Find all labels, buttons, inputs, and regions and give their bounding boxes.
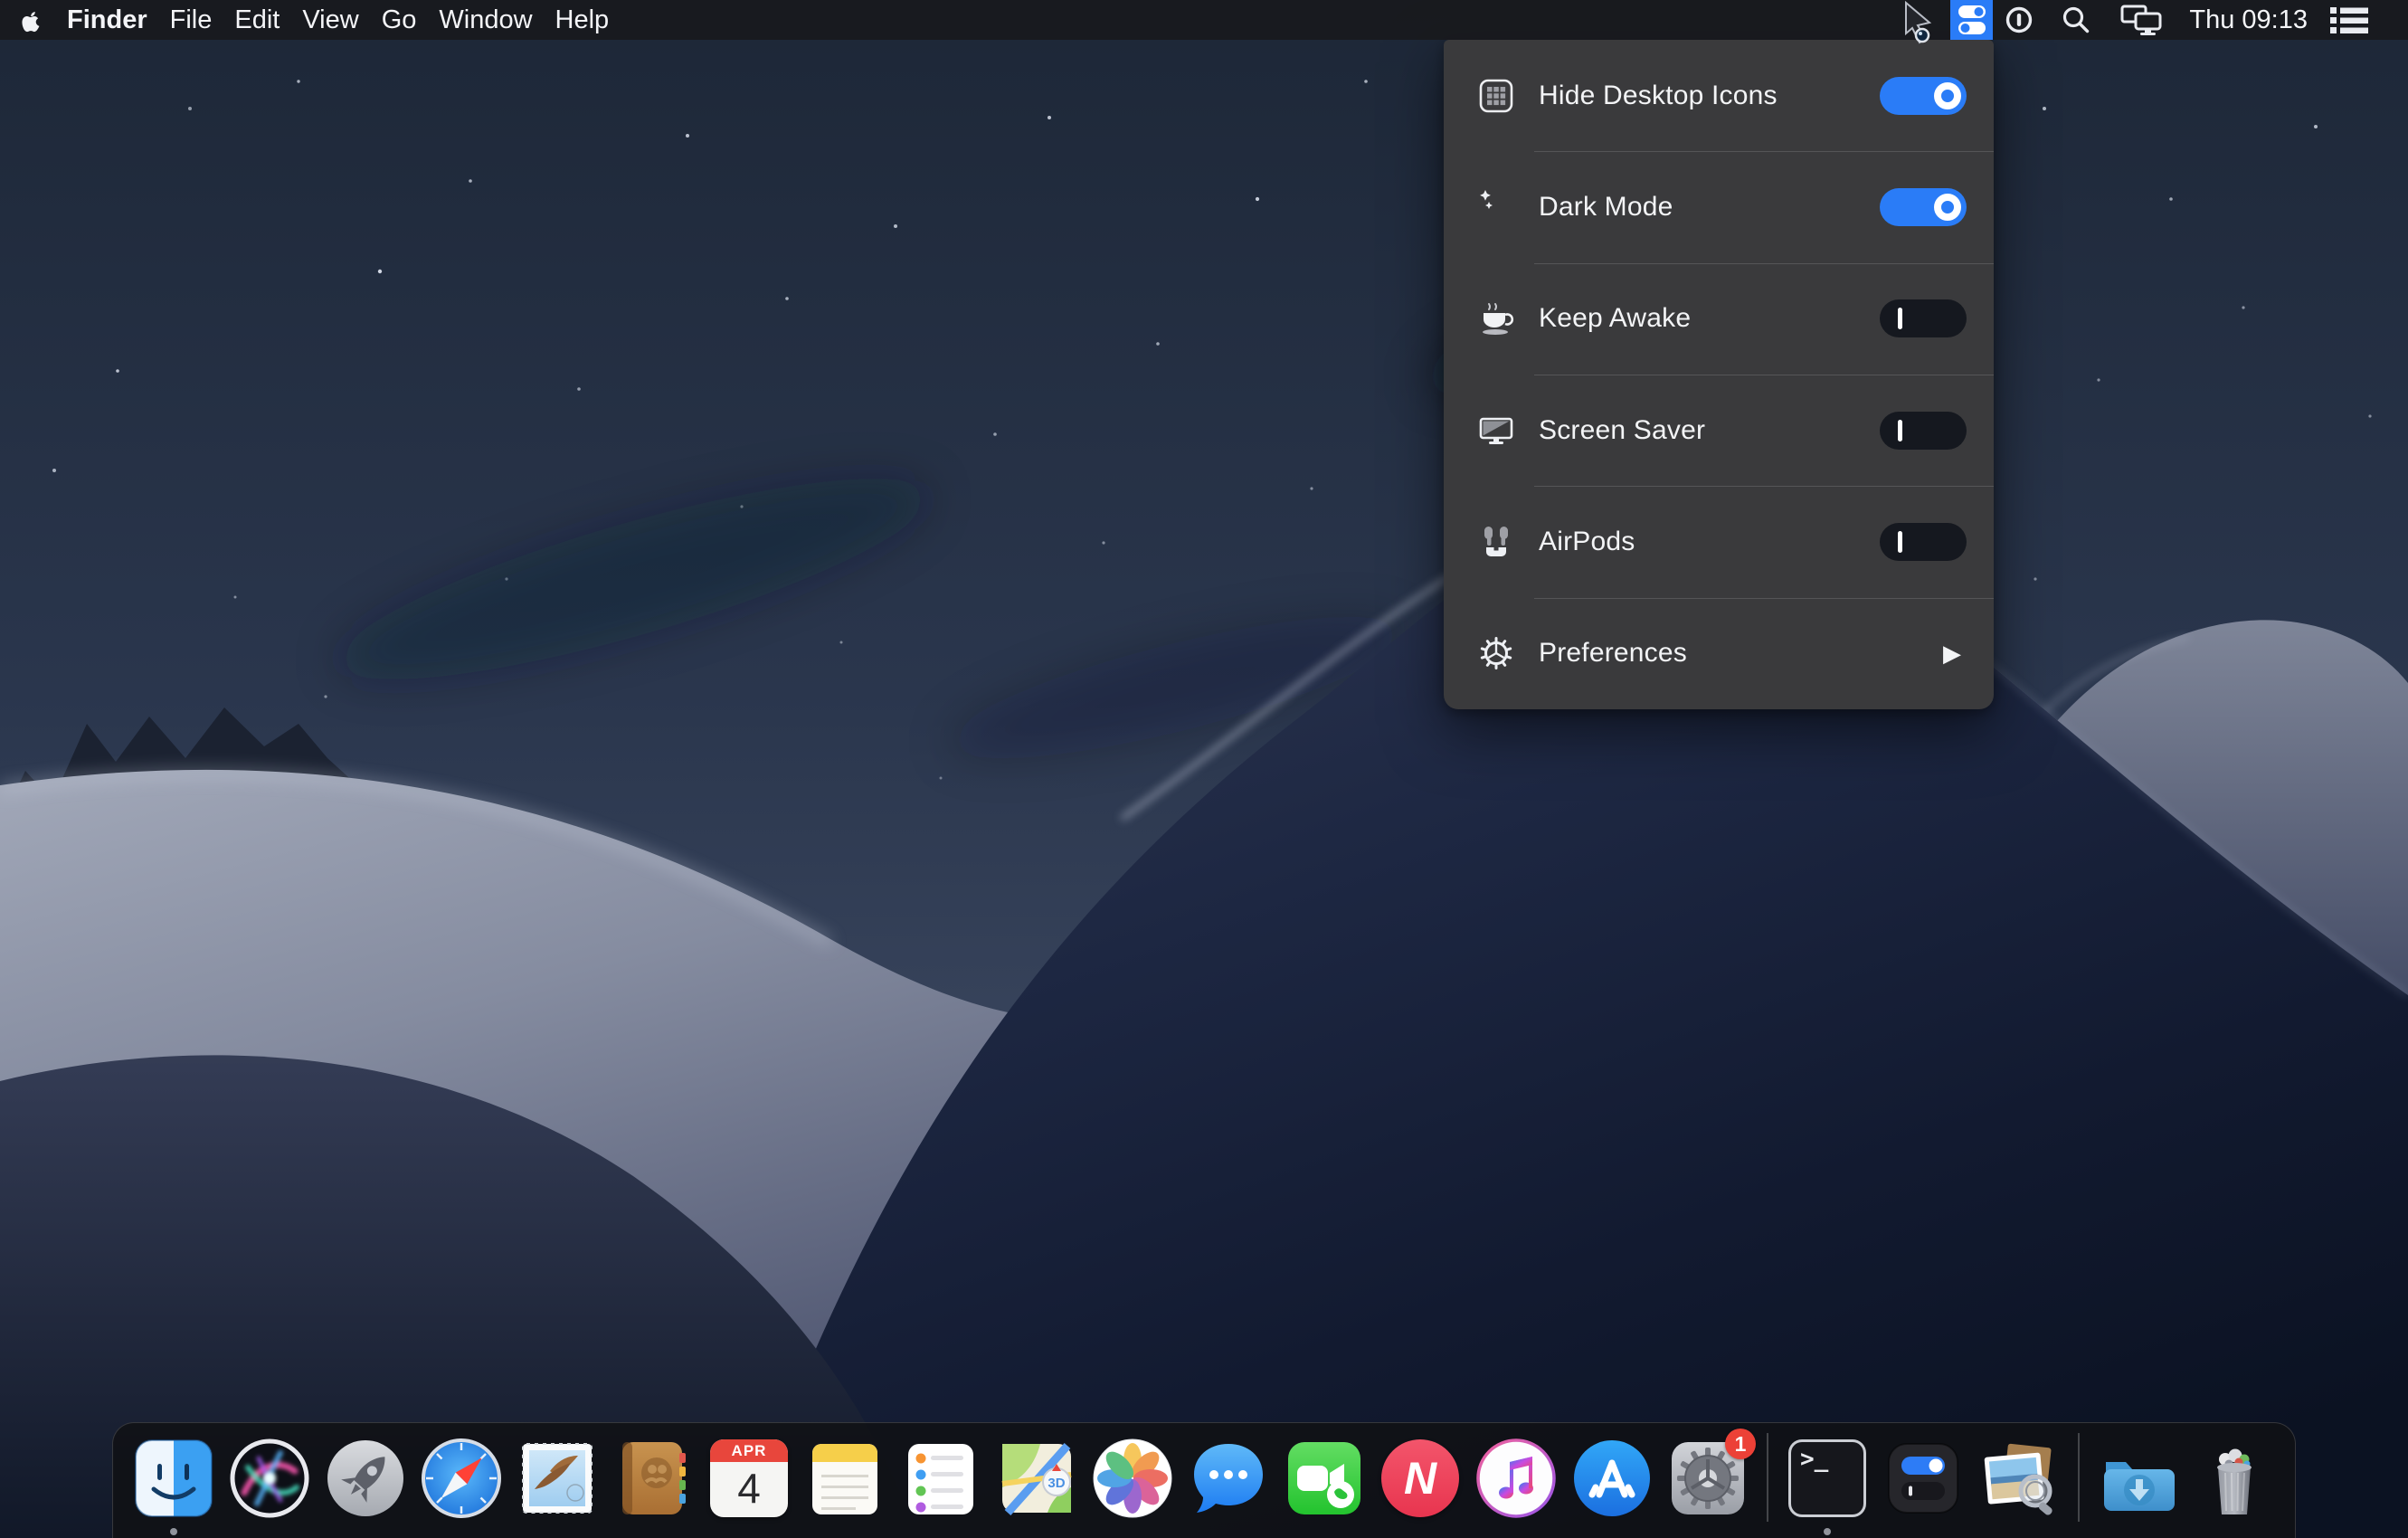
dock-icon-finder[interactable] [128,1433,219,1524]
menu-item-edit[interactable]: Edit [234,0,280,40]
toggle-hide-desktop-icons[interactable] [1880,77,1967,115]
displays-menubar-button[interactable] [2120,0,2163,40]
menu-bar: Finder File Edit View Go Window Help [0,0,2408,40]
one-switch-panel: Hide Desktop Icons Dark Mode Keep Awake [1444,40,1994,709]
menu-item-file[interactable]: File [170,0,213,40]
desktop-grid-icon [1476,76,1516,116]
spotlight-menubar-button[interactable] [2062,0,2090,40]
toggle-screen-saver[interactable] [1880,412,1967,450]
menu-bar-status-items: Thu 09:13 [1950,0,2408,40]
panel-label: Hide Desktop Icons [1539,81,1778,111]
one-switch-icon [1958,5,1986,35]
panel-row-keep-awake[interactable]: Keep Awake [1444,263,1994,375]
apple-icon [22,8,45,33]
toggle-dark-mode[interactable] [1880,188,1967,226]
dock-icon-photos[interactable] [1087,1433,1178,1524]
dock-icon-itunes[interactable] [1471,1433,1561,1524]
menu-item-view[interactable]: View [302,0,358,40]
search-icon [2062,5,2090,34]
dock-icon-downloads[interactable] [2093,1433,2184,1524]
dock-divider [2078,1433,2080,1522]
one-password-menubar-button[interactable] [2005,0,2034,40]
menu-bar-clock[interactable]: Thu 09:13 [2189,0,2308,40]
dock-icon-launchpad[interactable] [320,1433,411,1524]
displays-icon [2120,5,2163,35]
dock-icon-notes[interactable] [800,1433,890,1524]
panel-label: Dark Mode [1539,192,1673,223]
panel-row-preferences[interactable]: Preferences ▶ [1444,598,1994,709]
dock-icon-messages[interactable] [1183,1433,1274,1524]
toggle-keep-awake[interactable] [1880,299,1967,337]
dock-icon-facetime[interactable] [1279,1433,1370,1524]
dock-icon-maps[interactable]: 3D [991,1433,1082,1524]
one-switch-menubar-button[interactable] [1950,0,1993,40]
panel-row-dark-mode[interactable]: Dark Mode [1444,151,1994,262]
menu-item-go[interactable]: Go [382,0,417,40]
menu-item-window[interactable]: Window [439,0,532,40]
coffee-icon [1476,299,1516,338]
menu-item-finder[interactable]: Finder [67,0,147,40]
notification-badge: 1 [1725,1429,1756,1459]
dock-icon-calendar[interactable]: APR 4 [704,1433,794,1524]
menu-item-help[interactable]: Help [555,0,610,40]
panel-row-hide-desktop-icons[interactable]: Hide Desktop Icons [1444,40,1994,151]
dock-icon-siri[interactable] [224,1433,315,1524]
dock-divider [1767,1433,1768,1522]
news-icon: N [1381,1439,1459,1517]
one-password-icon [2005,5,2034,34]
submenu-arrow-icon: ▶ [1943,641,1961,665]
dock-icon-system-preferences[interactable]: 1 [1663,1433,1753,1524]
maps-3d-glyph: 3D [1048,1476,1065,1491]
list-icon [2330,6,2368,34]
calendar-day: 4 [710,1462,788,1514]
dock-icon-one-switch[interactable] [1878,1433,1968,1524]
dock-icon-contacts[interactable] [608,1433,698,1524]
dock-icon-trash[interactable] [2189,1433,2280,1524]
panel-label: Screen Saver [1539,415,1705,446]
panel-row-airpods[interactable]: AirPods [1444,486,1994,597]
airpods-icon [1476,522,1516,562]
display-icon [1476,411,1516,451]
calendar-month: APR [710,1439,788,1462]
terminal-icon: >_ [1788,1439,1866,1517]
toggle-airpods[interactable] [1880,523,1967,561]
dock-icon-news[interactable]: N [1375,1433,1465,1524]
dock-icon-terminal[interactable]: >_ [1782,1433,1872,1524]
menu-bar-left: Finder File Edit View Go Window Help [0,0,609,40]
panel-row-screen-saver[interactable]: Screen Saver [1444,375,1994,486]
panel-label: Preferences [1539,638,1687,669]
dock-icon-mail[interactable] [512,1433,602,1524]
gear-icon [1476,633,1516,673]
task-list-menubar-button[interactable] [2330,0,2368,40]
dock-icon-app-store[interactable] [1567,1433,1657,1524]
panel-label: AirPods [1539,527,1635,557]
dock-icon-safari[interactable] [416,1433,507,1524]
dock-icon-preview[interactable] [1974,1433,2064,1524]
panel-label: Keep Awake [1539,303,1691,334]
apple-menu[interactable] [22,6,46,33]
dock-icon-reminders[interactable] [896,1433,986,1524]
desktop-wallpaper [0,0,2408,1538]
calendar-icon: APR 4 [710,1439,788,1517]
dock: APR 4 3 [112,1422,2296,1538]
moon-icon [1476,187,1516,227]
